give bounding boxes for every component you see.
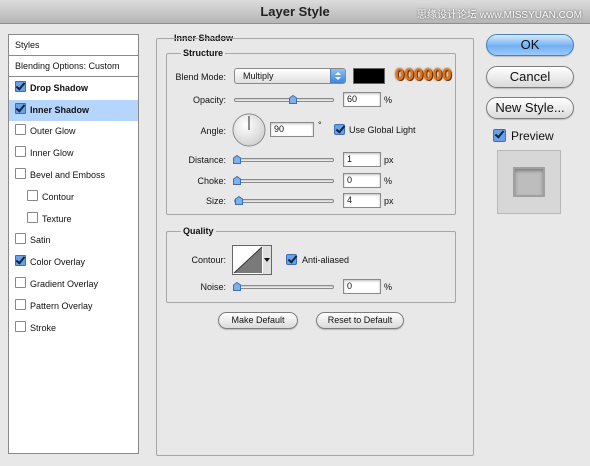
opacity-input[interactable]: 60	[343, 92, 381, 107]
noise-slider-thumb[interactable]	[233, 282, 241, 291]
quality-title: Quality	[181, 226, 216, 236]
choke-unit: %	[384, 176, 393, 186]
size-label: Size:	[205, 196, 226, 206]
use-global-light-checkbox[interactable]	[334, 124, 345, 135]
size-slider-thumb[interactable]	[234, 196, 243, 205]
style-item-stroke[interactable]: Stroke	[9, 318, 138, 339]
reset-to-default-button[interactable]: Reset to Default	[316, 312, 404, 329]
style-item-texture[interactable]: Texture	[9, 209, 138, 230]
opacity-slider-thumb[interactable]	[289, 95, 298, 104]
style-item-checkbox[interactable]	[15, 146, 26, 158]
ok-button[interactable]: OK	[486, 34, 574, 56]
styles-list: Styles Blending Options: Custom Drop Shad…	[8, 34, 139, 454]
opacity-label: Opacity:	[192, 95, 226, 105]
angle-label: Angle:	[200, 126, 226, 136]
preview-label: Preview	[511, 129, 554, 143]
style-item-label: Contour	[42, 191, 75, 202]
distance-label: Distance:	[188, 155, 226, 165]
watermark-text: 思缘设计论坛 www.MISSYUAN.COM	[416, 10, 582, 21]
style-item-label: Texture	[42, 213, 72, 224]
structure-title: Structure	[181, 48, 226, 58]
style-item-blending-options-custom[interactable]: Blending Options: Custom	[9, 56, 138, 77]
new-style-button[interactable]: New Style...	[486, 97, 574, 119]
size-unit: px	[384, 196, 394, 206]
style-item-label: Inner Shadow	[30, 104, 90, 115]
style-item-checkbox[interactable]	[15, 320, 26, 332]
blend-mode-select[interactable]: Multiply	[234, 68, 346, 84]
blend-mode-label: Blend Mode:	[175, 72, 226, 82]
style-item-bevel-and-emboss[interactable]: Bevel and Emboss	[9, 165, 138, 186]
style-item-label: Outer Glow	[30, 126, 76, 137]
style-item-color-overlay[interactable]: Color Overlay	[9, 252, 138, 273]
opacity-unit: %	[384, 95, 393, 105]
styles-list-header[interactable]: Styles	[9, 35, 138, 56]
style-item-checkbox[interactable]	[15, 102, 26, 114]
size-slider[interactable]	[234, 199, 334, 203]
style-item-checkbox[interactable]	[15, 277, 26, 288]
style-item-label: Satin	[30, 235, 51, 246]
opacity-slider[interactable]	[234, 98, 334, 102]
style-item-checkbox[interactable]	[27, 189, 38, 201]
style-item-checkbox[interactable]	[15, 298, 26, 310]
noise-slider[interactable]	[234, 285, 334, 289]
style-item-gradient-overlay[interactable]: Gradient Overlay	[9, 274, 138, 295]
style-item-drop-shadow[interactable]: Drop Shadow	[9, 78, 138, 99]
distance-input[interactable]: 1	[343, 152, 381, 167]
style-item-checkbox[interactable]	[15, 233, 26, 245]
style-item-label: Stroke	[30, 322, 57, 333]
style-item-label: Drop Shadow	[30, 82, 88, 93]
style-item-checkbox[interactable]	[15, 124, 26, 136]
noise-input[interactable]: 0	[343, 279, 381, 294]
style-item-label: Pattern Overlay	[30, 300, 93, 311]
use-global-light-label: Use Global Light	[349, 125, 416, 135]
quality-group	[166, 231, 456, 303]
style-item-label: Bevel and Emboss	[30, 170, 106, 180]
angle-input[interactable]: 90	[270, 122, 314, 137]
contour-picker[interactable]	[232, 245, 272, 275]
style-item-satin[interactable]: Satin	[9, 230, 138, 251]
shadow-color-swatch[interactable]	[353, 68, 385, 84]
contour-label: Contour:	[191, 255, 226, 265]
style-item-checkbox[interactable]	[27, 211, 38, 223]
choke-label: Choke:	[197, 176, 226, 186]
style-item-checkbox[interactable]	[15, 80, 26, 92]
style-item-label: Blending Options: Custom	[15, 61, 120, 71]
style-item-checkbox[interactable]	[15, 168, 26, 179]
noise-label: Noise:	[200, 282, 226, 292]
style-item-label: Color Overlay	[30, 257, 86, 268]
cancel-button[interactable]: Cancel	[486, 66, 574, 88]
blend-mode-value: Multiply	[243, 71, 274, 81]
preview-checkbox[interactable]	[493, 129, 506, 142]
chevron-updown-icon	[330, 69, 345, 83]
anti-aliased-label: Anti-aliased	[302, 255, 350, 265]
style-item-outer-glow[interactable]: Outer Glow	[9, 121, 138, 142]
contour-preview-icon	[233, 246, 271, 274]
distance-slider-thumb[interactable]	[233, 155, 241, 164]
make-default-button[interactable]: Make Default	[218, 312, 298, 329]
color-annotation: 000000	[395, 65, 452, 84]
distance-slider[interactable]	[234, 158, 334, 162]
style-item-pattern-overlay[interactable]: Pattern Overlay	[9, 296, 138, 317]
preview-square	[513, 167, 545, 197]
anti-aliased-checkbox[interactable]	[286, 254, 297, 265]
styles-header-label: Styles	[15, 40, 40, 50]
style-item-inner-shadow[interactable]: Inner Shadow	[9, 99, 138, 121]
style-item-contour[interactable]: Contour	[9, 187, 138, 208]
angle-unit: °	[318, 120, 322, 130]
style-item-checkbox[interactable]	[15, 255, 26, 267]
style-preview-thumbnail	[497, 150, 561, 214]
style-item-label: Gradient Overlay	[30, 279, 99, 289]
style-item-label: Inner Glow	[30, 148, 74, 159]
noise-unit: %	[384, 282, 393, 292]
style-item-inner-glow[interactable]: Inner Glow	[9, 143, 138, 164]
distance-unit: px	[384, 155, 394, 165]
size-input[interactable]: 4	[343, 193, 381, 208]
choke-slider-thumb[interactable]	[233, 176, 241, 185]
choke-input[interactable]: 0	[343, 173, 381, 188]
choke-slider[interactable]	[234, 179, 334, 183]
title-bar: Layer Style 思缘设计论坛 www.MISSYUAN.COM	[0, 0, 590, 24]
angle-dial[interactable]	[232, 113, 266, 147]
